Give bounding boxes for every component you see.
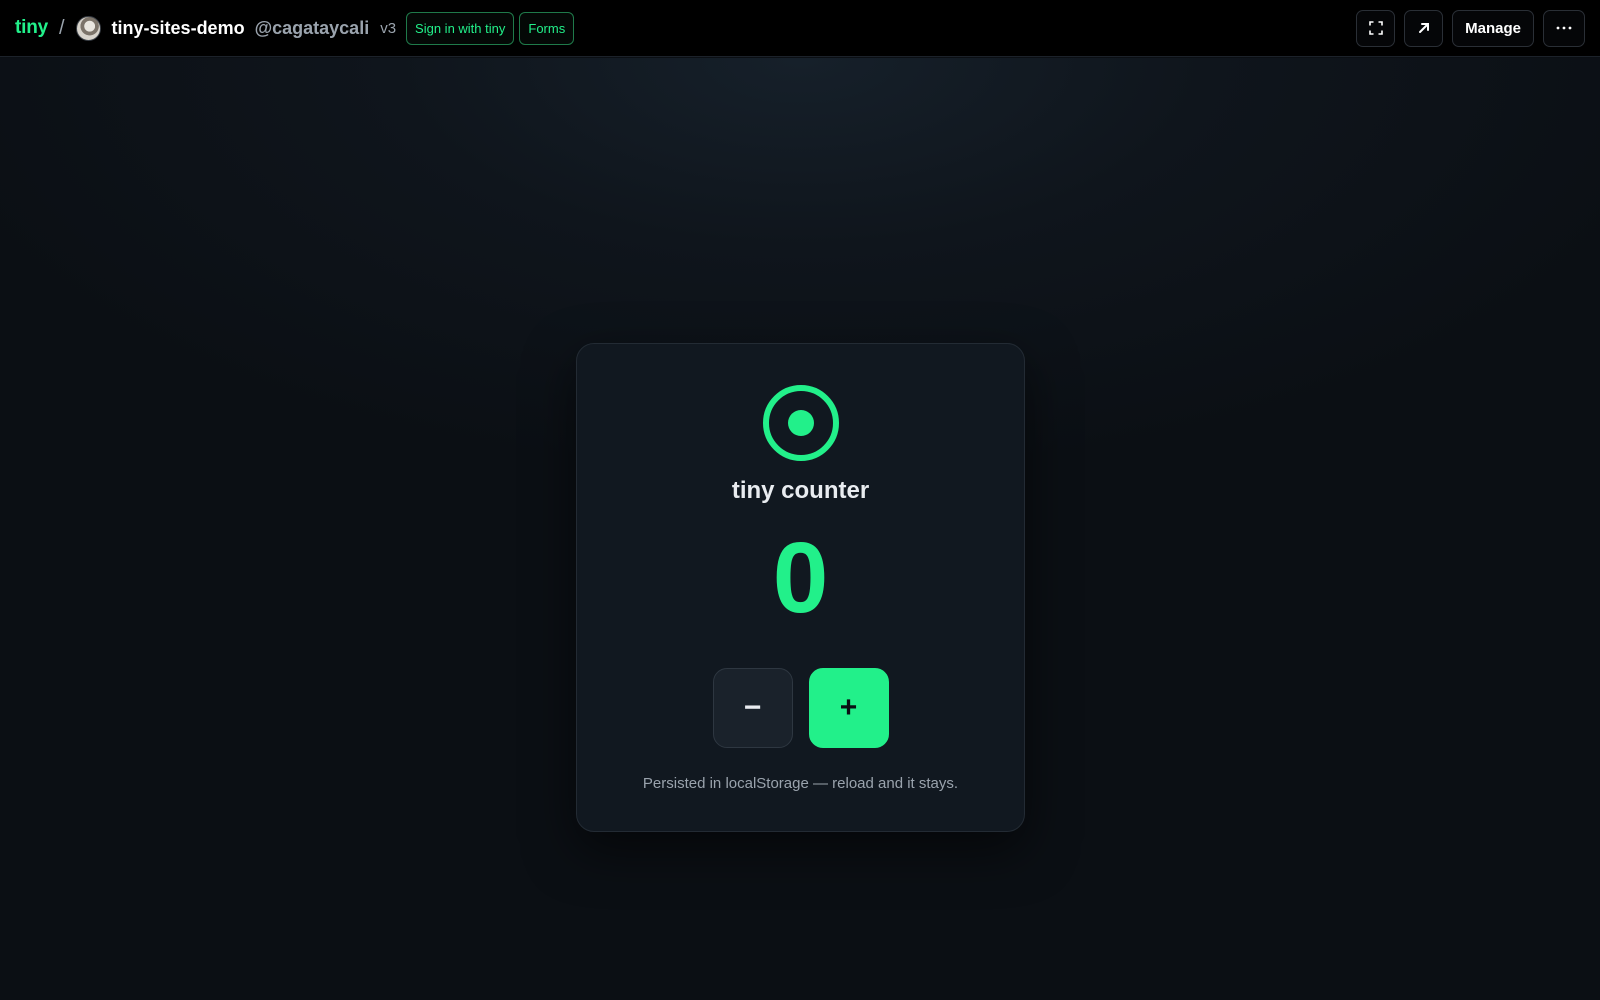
counter-card: tiny counter 0 − + Persisted in localSto… — [576, 343, 1025, 832]
counter-value: 0 — [772, 522, 829, 634]
breadcrumb: tiny / tiny-sites-demo @cagataycali v3 S… — [15, 11, 575, 45]
fullscreen-icon — [1368, 21, 1383, 35]
more-button[interactable] — [1543, 9, 1585, 47]
sign-in-with-tiny-button[interactable]: Sign in with tiny — [406, 11, 515, 45]
main-stage: tiny counter 0 − + Persisted in localSto… — [0, 58, 1600, 1000]
fullscreen-button[interactable] — [1356, 9, 1396, 47]
target-icon — [763, 385, 839, 461]
avatar[interactable] — [75, 15, 101, 41]
counter-title: tiny counter — [731, 477, 870, 504]
open-external-icon — [1418, 23, 1429, 33]
owner-handle[interactable]: @cagataycali — [255, 18, 370, 39]
persistence-note: Persisted in localStorage — reload and i… — [642, 775, 959, 792]
counter-controls: − + — [577, 668, 1024, 748]
version-badge: v3 — [380, 19, 397, 37]
forms-button[interactable]: Forms — [519, 11, 575, 45]
brand-logo[interactable]: tiny — [15, 17, 48, 39]
decrement-button[interactable]: − — [712, 668, 793, 748]
toolbar-actions: Manage — [1356, 9, 1585, 47]
increment-button[interactable]: + — [808, 668, 889, 748]
project-name[interactable]: tiny-sites-demo — [112, 18, 245, 39]
open-external-button[interactable] — [1404, 9, 1444, 47]
manage-button[interactable]: Manage — [1452, 9, 1534, 47]
more-icon — [1556, 26, 1572, 30]
top-bar: tiny / tiny-sites-demo @cagataycali v3 S… — [0, 0, 1600, 57]
breadcrumb-separator: / — [58, 16, 65, 39]
